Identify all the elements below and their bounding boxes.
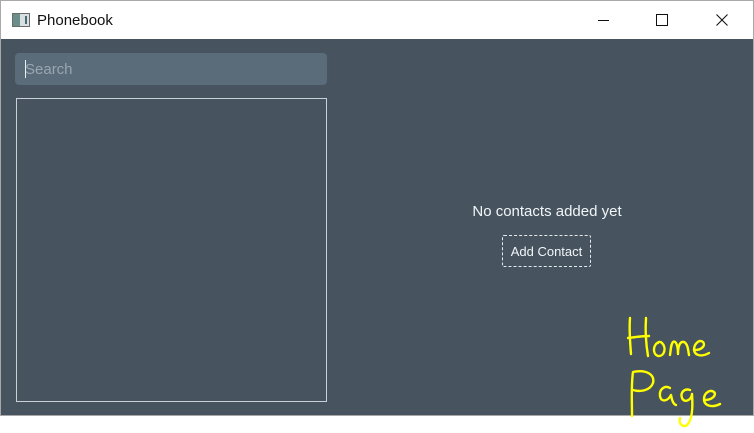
app-icon (12, 13, 30, 27)
close-button[interactable] (699, 1, 745, 39)
text-caret (25, 60, 26, 78)
contact-list[interactable] (16, 98, 327, 402)
handwritten-home-page-annotation (622, 312, 748, 430)
minimize-button[interactable] (581, 1, 627, 39)
maximize-icon (656, 14, 668, 26)
close-icon (716, 14, 728, 26)
add-contact-button[interactable]: Add Contact (502, 235, 591, 267)
window-title: Phonebook (37, 12, 113, 29)
empty-state-message: No contacts added yet (472, 203, 622, 220)
search-input[interactable] (15, 53, 327, 85)
minimize-icon (598, 20, 609, 21)
maximize-button[interactable] (639, 1, 685, 39)
title-bar[interactable]: Phonebook (1, 1, 753, 39)
